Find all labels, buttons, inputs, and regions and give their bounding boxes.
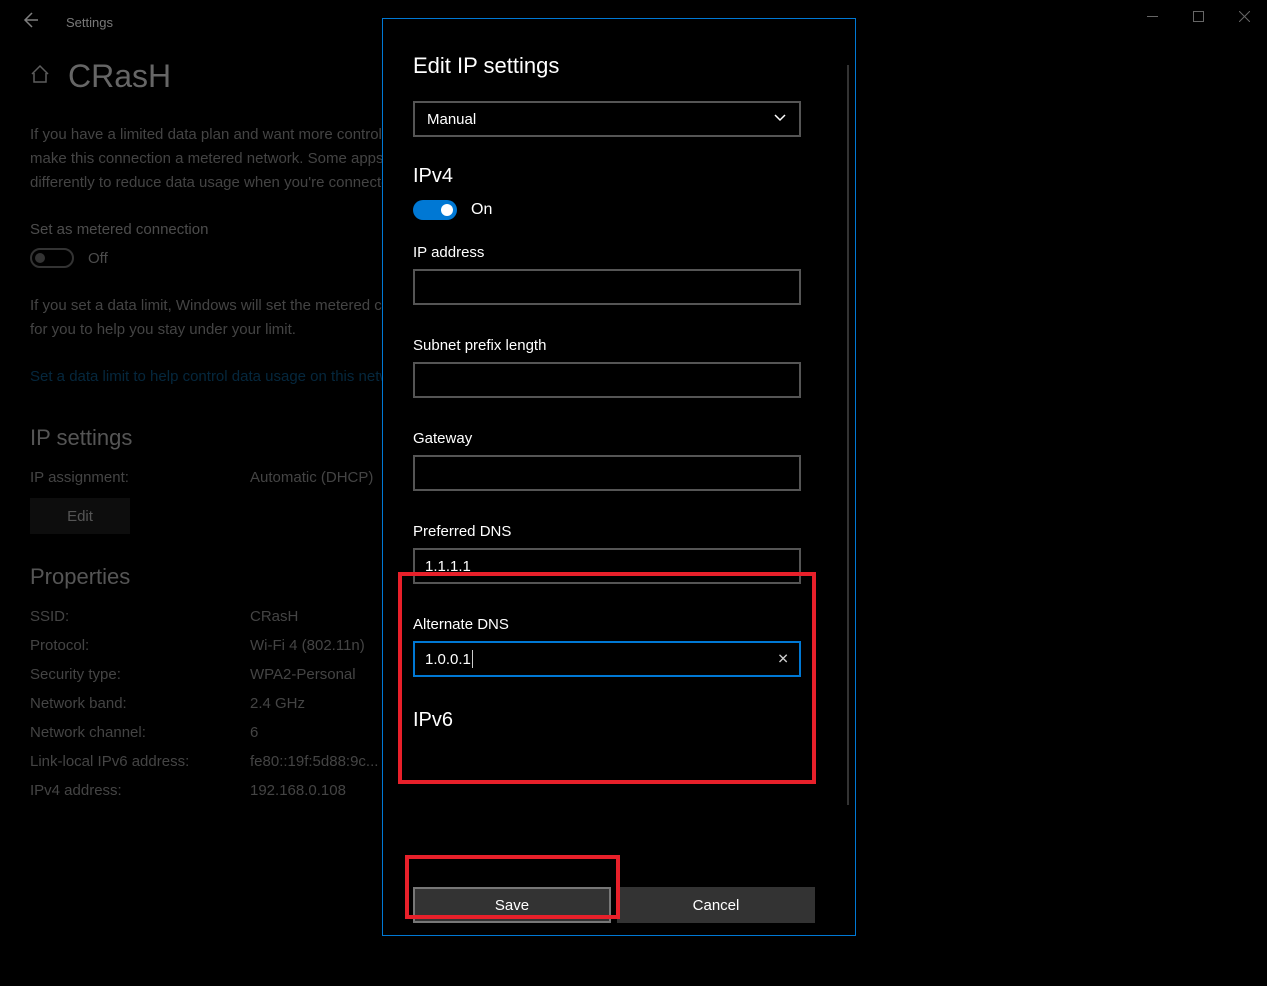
- property-value: CRasH: [250, 608, 298, 625]
- cancel-button[interactable]: Cancel: [617, 887, 815, 923]
- property-key: IPv4 address:: [30, 782, 250, 799]
- property-value: 192.168.0.108: [250, 782, 346, 799]
- property-key: SSID:: [30, 608, 250, 625]
- gateway-input[interactable]: [413, 455, 801, 491]
- edit-button[interactable]: Edit: [30, 498, 130, 534]
- ip-address-label: IP address: [413, 244, 825, 261]
- save-button[interactable]: Save: [413, 887, 611, 923]
- property-value: 6: [250, 724, 258, 741]
- window-maximize-button[interactable]: [1175, 0, 1221, 32]
- ip-mode-dropdown[interactable]: Manual: [413, 101, 801, 137]
- property-key: Security type:: [30, 666, 250, 683]
- edit-ip-settings-dialog: Edit IP settings Manual IPv4 On IP addre…: [382, 18, 856, 936]
- clear-input-icon[interactable]: ✕: [777, 651, 789, 668]
- metered-toggle[interactable]: [30, 248, 74, 268]
- preferred-dns-label: Preferred DNS: [413, 523, 825, 540]
- ip-assignment-label: IP assignment:: [30, 469, 250, 486]
- back-arrow-icon[interactable]: [20, 10, 40, 35]
- ip-assignment-value: Automatic (DHCP): [250, 469, 373, 486]
- ipv4-heading: IPv4: [413, 165, 825, 188]
- alternate-dns-label: Alternate DNS: [413, 616, 825, 633]
- preferred-dns-input[interactable]: 1.1.1.1: [413, 548, 801, 584]
- property-key: Network band:: [30, 695, 250, 712]
- property-key: Network channel:: [30, 724, 250, 741]
- subnet-label: Subnet prefix length: [413, 337, 825, 354]
- property-key: Protocol:: [30, 637, 250, 654]
- ipv6-heading: IPv6: [413, 709, 825, 732]
- modal-scrollbar[interactable]: [847, 65, 849, 805]
- property-key: Link-local IPv6 address:: [30, 753, 250, 770]
- property-value: 2.4 GHz: [250, 695, 305, 712]
- ipv4-toggle[interactable]: [413, 200, 457, 220]
- subnet-input[interactable]: [413, 362, 801, 398]
- app-title: Settings: [66, 15, 113, 30]
- metered-toggle-state: Off: [88, 250, 108, 267]
- chevron-down-icon: [773, 110, 787, 128]
- property-value: fe80::19f:5d88:9c...: [250, 753, 378, 770]
- property-value: WPA2-Personal: [250, 666, 356, 683]
- page-title: CRasH: [68, 58, 171, 95]
- ipv4-toggle-state: On: [471, 201, 492, 219]
- alternate-dns-input[interactable]: 1.0.0.1 ✕: [413, 641, 801, 677]
- gateway-label: Gateway: [413, 430, 825, 447]
- window-minimize-button[interactable]: [1129, 0, 1175, 32]
- property-value: Wi-Fi 4 (802.11n): [250, 637, 365, 654]
- window-close-button[interactable]: [1221, 0, 1267, 32]
- home-icon: [30, 64, 50, 89]
- modal-title: Edit IP settings: [413, 53, 825, 79]
- ip-address-input[interactable]: [413, 269, 801, 305]
- ip-mode-value: Manual: [427, 111, 476, 128]
